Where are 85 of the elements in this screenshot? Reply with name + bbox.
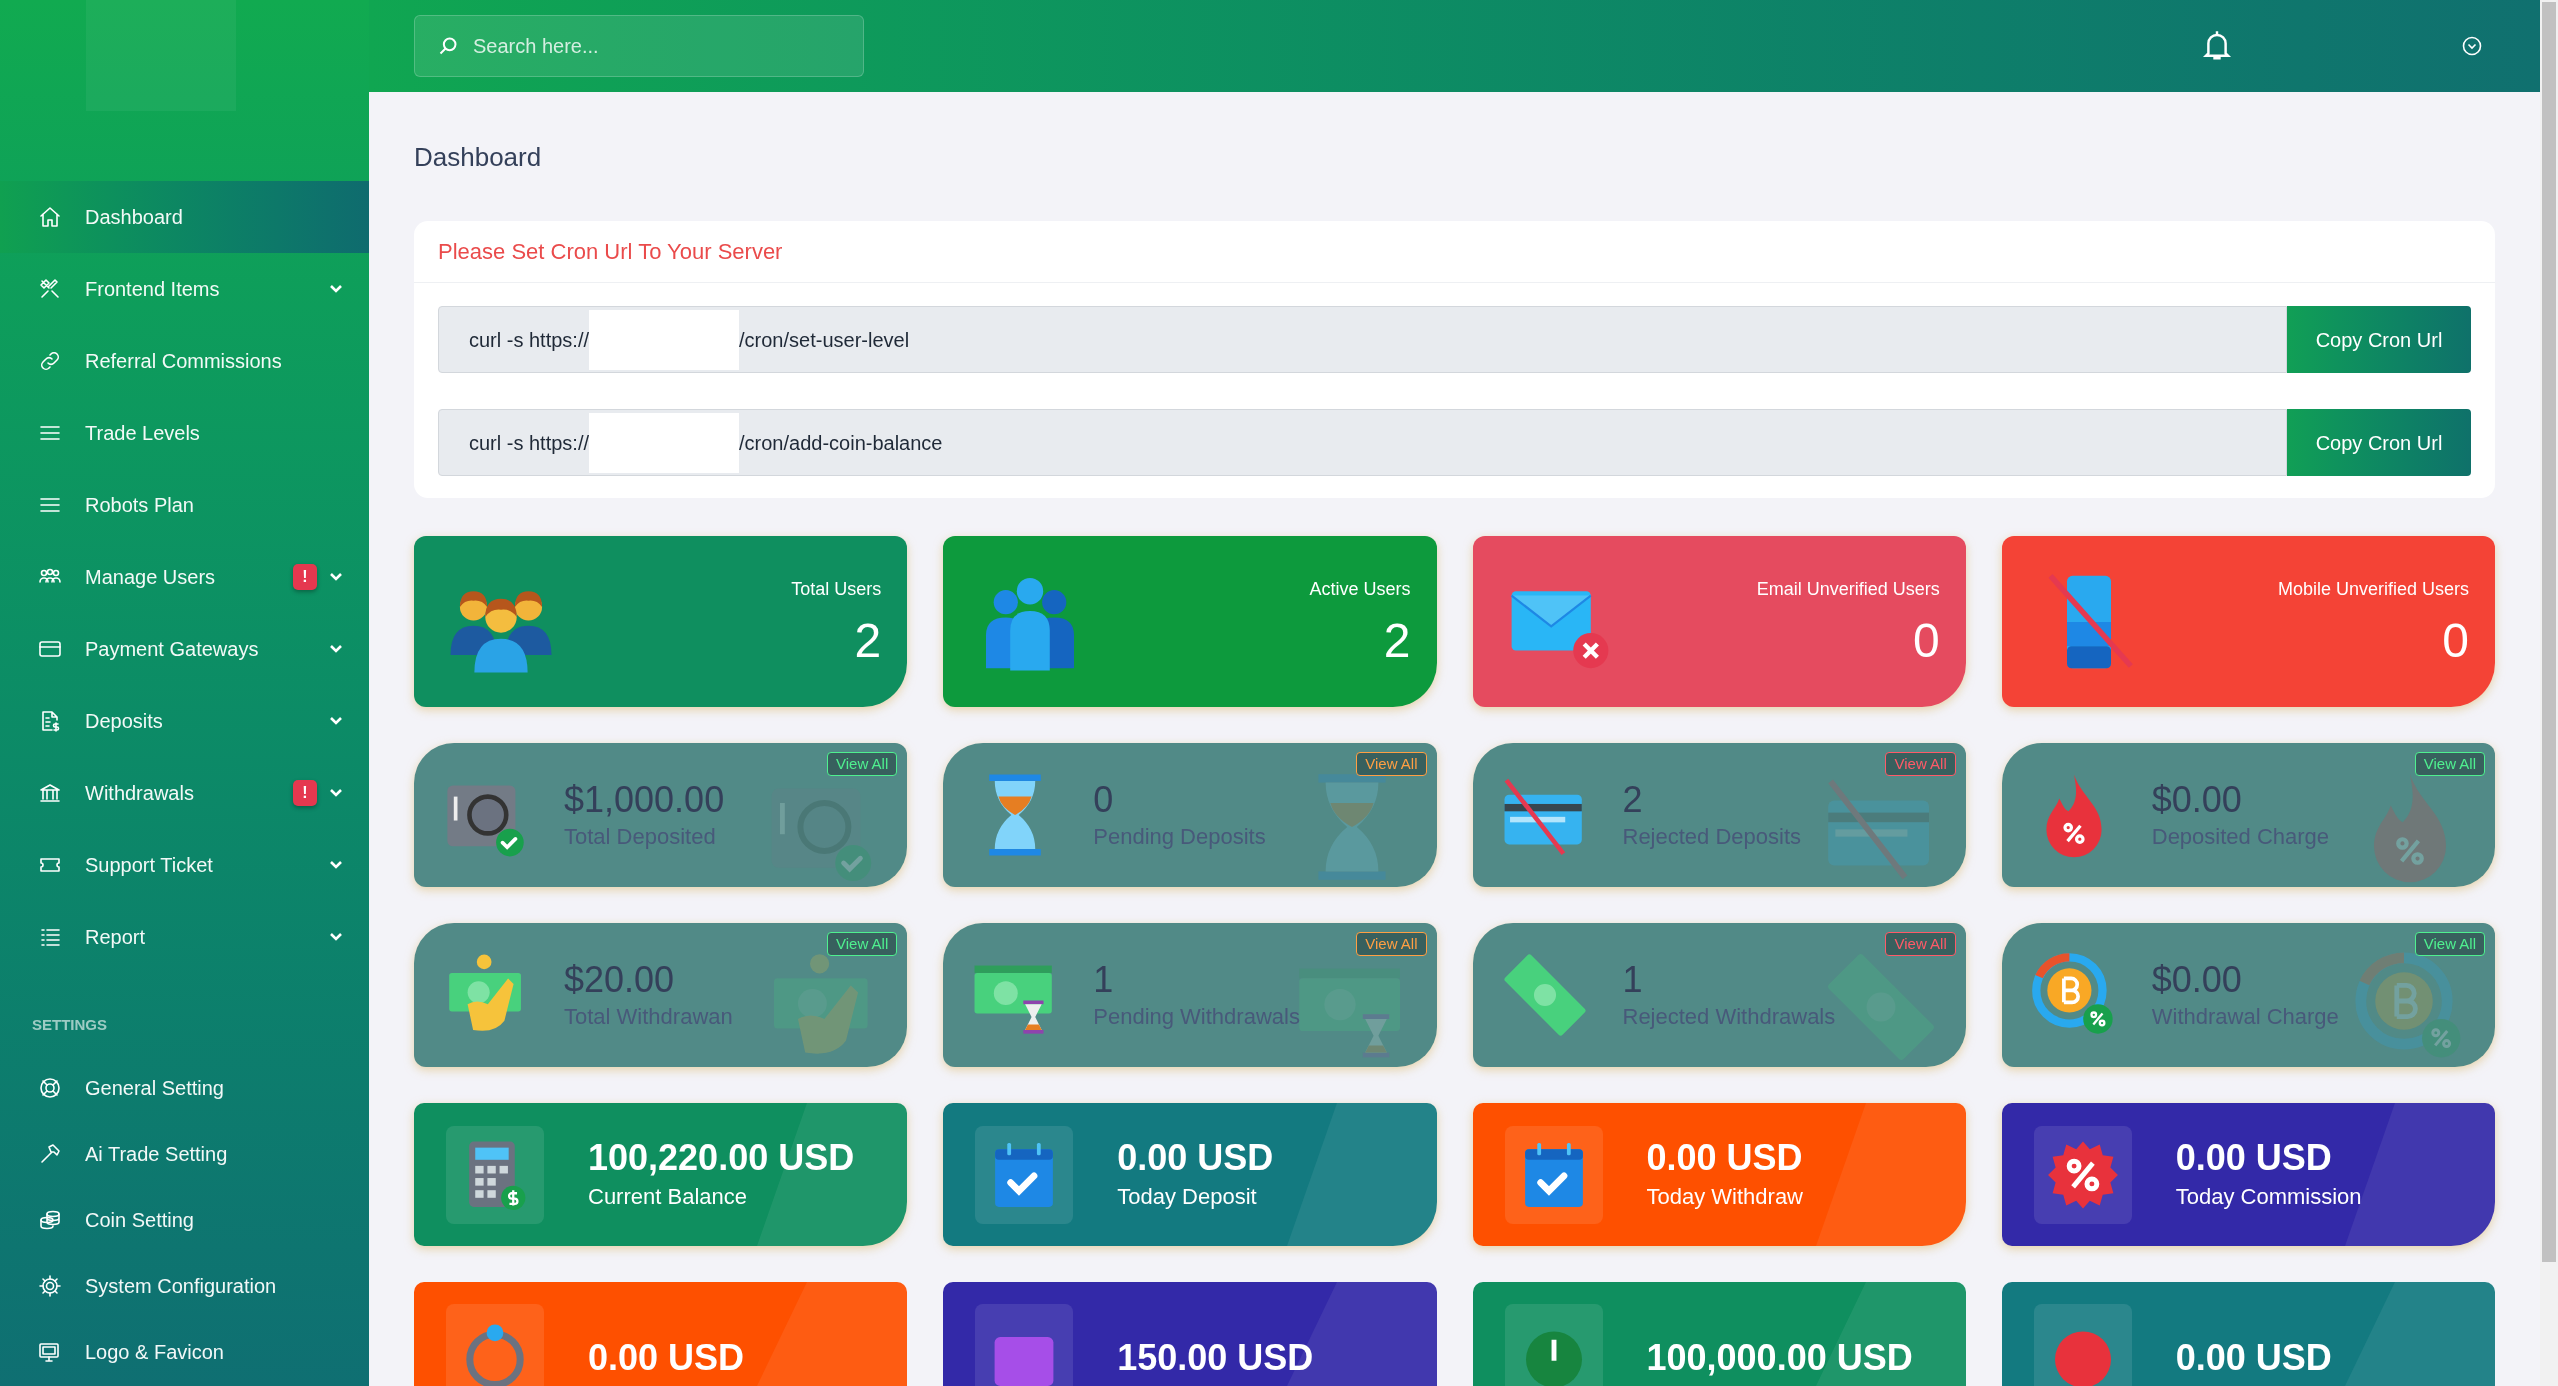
copy-cron-url-button[interactable]: Copy Cron Url <box>2287 409 2471 476</box>
search-icon <box>438 36 458 56</box>
coins-icon <box>38 1208 62 1232</box>
balance-value: 100,220.00 USD <box>588 1135 855 1180</box>
sidebar-item[interactable]: Referral Commissions <box>0 325 369 397</box>
view-all-link[interactable]: View All <box>827 932 898 956</box>
stat-label: Active Users <box>1309 578 1411 601</box>
view-all-link[interactable]: View All <box>1885 752 1956 776</box>
view-all-link[interactable]: View All <box>1885 932 1956 956</box>
sidebar-item[interactable]: Payment Gateways <box>0 613 369 685</box>
sidebar-item[interactable]: Support Ticket <box>0 829 369 901</box>
stat-label: Total Users <box>791 578 882 601</box>
balance-value: 0.00 USD <box>1646 1135 1803 1180</box>
stat-value: 0 <box>2442 615 2469 667</box>
view-all-link[interactable]: View All <box>2414 932 2485 956</box>
chevron-down-icon <box>329 860 343 870</box>
stat-label: Email Unverified Users <box>1756 578 1940 601</box>
copy-cron-url-button[interactable]: Copy Cron Url <box>2287 306 2471 373</box>
chevron-down-icon <box>329 284 343 294</box>
tools-icon <box>38 277 62 301</box>
sidebar-item[interactable]: Deposits <box>0 685 369 757</box>
sidebar-item[interactable]: Frontend Items <box>0 253 369 325</box>
scrollbar[interactable] <box>2540 0 2558 1386</box>
chevron-circle-icon[interactable] <box>2462 36 2482 56</box>
page-title: Dashboard <box>414 141 542 173</box>
view-all-link[interactable]: View All <box>1356 932 1427 956</box>
sidebar-item[interactable]: Withdrawals ! <box>0 757 369 829</box>
sidebar-item[interactable]: Trade Levels <box>0 397 369 469</box>
chevron-down-icon <box>329 644 343 654</box>
balance-label: Today Commission <box>2175 1182 2362 1211</box>
url-text: /cron/set-user-level <box>739 327 910 353</box>
sidebar-item[interactable]: Ai Trade Setting <box>0 1121 369 1187</box>
stat-value: 0 <box>1093 778 1115 822</box>
stat-value: 2 <box>1622 778 1644 822</box>
stat-value: $20.00 <box>564 958 676 1002</box>
balance-value: 0.00 USD <box>2175 1135 2333 1180</box>
cron-url-field[interactable]: curl -s https:// /cron/set-user-level <box>438 306 2287 373</box>
balance-value: 150.00 USD <box>1117 1336 1314 1380</box>
balance-label: Today Withdraw <box>1646 1182 1803 1211</box>
bell-icon[interactable] <box>2202 30 2232 62</box>
alert-badge: ! <box>293 780 317 806</box>
stat-value: $0.00 <box>2151 958 2243 1002</box>
balance-label: Today Deposit <box>1117 1182 1258 1211</box>
hammer-icon <box>38 1142 62 1166</box>
link-icon <box>38 349 62 373</box>
cron-url-field[interactable]: curl -s https:// /cron/add-coin-balance <box>438 409 2287 476</box>
balance-value: 0.00 USD <box>588 1336 745 1380</box>
house-icon <box>38 205 62 229</box>
sidebar-item[interactable]: General Setting <box>0 1055 369 1121</box>
sidebar-item[interactable]: Dashboard <box>0 181 369 253</box>
section-title: SETTINGS <box>32 1016 107 1033</box>
chevron-down-icon <box>329 716 343 726</box>
bank-icon <box>38 781 62 805</box>
cron-title: Please Set Cron Url To Your Server <box>438 238 783 266</box>
alert-badge: ! <box>293 564 317 590</box>
url-text: curl -s https:// <box>469 430 590 456</box>
lifebuoy-icon <box>38 1076 62 1100</box>
stat-value: 1 <box>1622 958 1644 1002</box>
stat-value: 2 <box>1383 615 1411 667</box>
stat-value: 0 <box>1913 615 1940 667</box>
sidebar-item[interactable]: System Configuration <box>0 1253 369 1319</box>
sidebar-item[interactable]: Report <box>0 901 369 973</box>
view-all-link[interactable]: View All <box>1356 752 1427 776</box>
balance-value: 0.00 USD <box>1117 1135 1274 1180</box>
sidebar-item[interactable]: Robots Plan <box>0 469 369 541</box>
chevron-down-icon <box>329 932 343 942</box>
sidebar-item[interactable]: Manage Users ! <box>0 541 369 613</box>
balance-value: 100,000.00 USD <box>1646 1336 1913 1380</box>
sidebar-item[interactable]: Logo & Favicon <box>0 1319 369 1385</box>
url-text: curl -s https:// <box>469 327 590 353</box>
settings-icon <box>38 1274 62 1298</box>
url-text: /cron/add-coin-balance <box>739 430 943 456</box>
monitor-icon <box>38 1340 62 1364</box>
chevron-down-icon <box>329 788 343 798</box>
stat-value: 1 <box>1093 958 1115 1002</box>
balance-value: 0.00 USD <box>2175 1336 2332 1380</box>
stat-label: Mobile Unverified Users <box>2277 578 2469 601</box>
chevron-down-icon <box>329 572 343 582</box>
stat-value: $0.00 <box>2151 778 2243 822</box>
view-all-link[interactable]: View All <box>2414 752 2485 776</box>
stat-value: $1,000.00 <box>564 778 725 822</box>
sidebar-item[interactable]: Coin Setting <box>0 1187 369 1253</box>
view-all-link[interactable]: View All <box>827 752 898 776</box>
balance-label: Current Balance <box>588 1182 748 1211</box>
stat-value: 2 <box>854 615 882 667</box>
